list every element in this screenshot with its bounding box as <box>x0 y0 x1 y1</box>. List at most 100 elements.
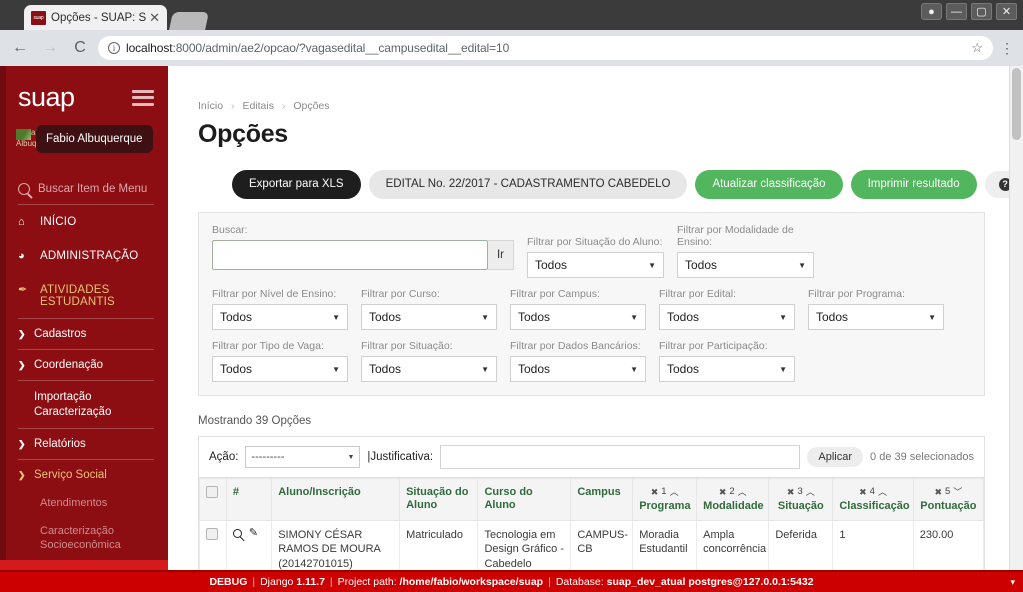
search-go-button[interactable]: Ir <box>488 240 514 271</box>
justification-input[interactable] <box>440 445 801 470</box>
filter-label: Filtrar por Tipo de Vaga: <box>212 340 324 353</box>
back-icon[interactable]: ← <box>8 36 32 60</box>
sidebar-search[interactable]: Buscar Item de Menu <box>18 183 154 205</box>
tab-close-icon[interactable]: ✕ <box>149 11 160 24</box>
sort-order-number: 5 <box>945 486 951 498</box>
apply-button[interactable]: Aplicar <box>807 447 864 468</box>
filter-select[interactable]: Todos ▼ <box>677 252 814 279</box>
sidebar-user: al Albuqu Fabio Albuquerque <box>0 125 168 169</box>
row-checkbox[interactable] <box>206 527 218 540</box>
sidebar-item-importacao-caracterizacao[interactable]: Importação Caracterização <box>18 380 154 428</box>
sidebar-item-atividades-estudantis[interactable]: ✒ ATIVIDADES ESTUDANTIS <box>18 273 154 318</box>
new-tab-button[interactable] <box>169 12 209 30</box>
filter-select[interactable]: Todos ▼ <box>361 304 497 331</box>
address-bar[interactable]: i localhost:8000/admin/ae2/opcao/?vagase… <box>98 36 993 60</box>
chevron-down-icon: ▼ <box>481 312 489 322</box>
minimize-button[interactable]: — <box>946 3 967 20</box>
filter-select[interactable]: Todos ▼ <box>659 356 795 383</box>
sidebar-item-servico-social[interactable]: ❯ Serviço Social <box>18 459 154 490</box>
filter-tipo-vaga: Filtrar por Tipo de Vaga: Todos ▼ <box>212 340 348 383</box>
suap-logo[interactable]: suap <box>18 84 132 111</box>
column-campus[interactable]: Campus <box>570 478 634 521</box>
maximize-button[interactable]: ▢ <box>971 3 992 20</box>
reload-icon[interactable]: C <box>68 36 92 60</box>
filter-select[interactable]: Todos ▼ <box>212 356 348 383</box>
browser-navbar: ← → C i localhost:8000/admin/ae2/opcao/?… <box>0 30 1023 66</box>
remove-sort-icon[interactable]: ✖ <box>859 487 867 498</box>
hamburger-menu-icon[interactable] <box>132 89 154 106</box>
pie-chart-icon: ◕ <box>18 250 25 263</box>
sort-ascending-icon[interactable]: ︿ <box>670 487 679 498</box>
close-window-button[interactable]: ✕ <box>996 3 1017 20</box>
select-all-checkbox[interactable] <box>206 486 218 499</box>
remove-sort-icon[interactable]: ✖ <box>651 487 659 498</box>
update-classification-button[interactable]: Atualizar classificação <box>695 170 843 200</box>
column-curso-aluno[interactable]: Curso do Aluno <box>477 478 572 521</box>
edit-icon[interactable]: ✎ <box>249 527 258 539</box>
sort-controls[interactable]: ✖ 1 ︿ <box>639 486 690 497</box>
filter-row-2: Filtrar por Nível de Ensino: Todos ▼ Fil… <box>212 288 971 331</box>
action-select[interactable]: --------- ▼ <box>245 446 361 469</box>
sidebar-item-atendimentos[interactable]: Atendimentos <box>18 490 154 518</box>
column-aluno-inscricao[interactable]: Aluno/Inscrição <box>271 478 401 521</box>
sort-descending-icon[interactable]: ﹀ <box>953 487 962 498</box>
sort-order-number: 3 <box>797 486 803 498</box>
breadcrumb-item-inicio[interactable]: Início <box>198 100 223 112</box>
sidebar-item-relatorios[interactable]: ❯ Relatórios <box>18 428 154 459</box>
filter-select[interactable]: Todos ▼ <box>212 304 348 331</box>
column-pontuacao[interactable]: ✖ 5 ﹀ Pontuação <box>912 478 985 521</box>
column-situacao[interactable]: ✖ 3 ︿ Situação <box>768 478 834 521</box>
forward-icon[interactable]: → <box>38 36 62 60</box>
sort-controls[interactable]: ✖ 4 ︿ <box>839 486 906 497</box>
filter-select[interactable]: Todos ▼ <box>527 252 664 279</box>
filter-select[interactable]: Todos ▼ <box>659 304 795 331</box>
sort-controls[interactable]: ✖ 3 ︿ <box>775 486 826 497</box>
search-icon[interactable] <box>232 528 242 538</box>
filter-value: Todos <box>518 310 551 325</box>
sidebar-item-administracao[interactable]: ◕ ADMINISTRAÇÃO <box>18 239 154 273</box>
filter-label: Filtrar por Dados Bancários: <box>510 340 641 353</box>
column-index[interactable]: # <box>225 478 273 521</box>
edital-button[interactable]: EDITAL No. 22/2017 - CADASTRAMENTO CABED… <box>368 170 688 200</box>
filter-label: Filtrar por Edital: <box>659 288 737 301</box>
breadcrumb-item-editais[interactable]: Editais <box>242 100 274 112</box>
breadcrumb-item-opcoes[interactable]: Opções <box>293 100 329 112</box>
column-classificacao[interactable]: ✖ 4 ︿ Classificação <box>832 478 914 521</box>
browser-menu-icon[interactable]: ⋮ <box>999 40 1015 57</box>
filter-select[interactable]: Todos ▼ <box>808 304 944 331</box>
sort-ascending-icon[interactable]: ︿ <box>878 487 887 498</box>
bookmark-star-icon[interactable]: ☆ <box>971 40 983 56</box>
sort-controls[interactable]: ✖ 5 ﹀ <box>920 486 977 497</box>
sidebar-item-caracterizacao-socioeconomica[interactable]: Caracterização Socioeconômica <box>18 518 154 560</box>
sort-controls[interactable]: ✖ 2 ︿ <box>703 486 762 497</box>
sort-ascending-icon[interactable]: ︿ <box>738 487 747 498</box>
filter-value: Todos <box>535 258 568 273</box>
export-xls-button[interactable]: Exportar para XLS <box>232 170 361 200</box>
sidebar-item-coordenacao[interactable]: ❯ Coordenação <box>18 349 154 380</box>
sidebar-item-inicio[interactable]: ⌂ INÍCIO <box>18 205 154 239</box>
chevron-down-icon[interactable]: ▾ <box>1010 577 1015 588</box>
suap-favicon-icon: suap <box>31 10 46 25</box>
debug-toolbar: DEBUG | Django 1.11.7 | Project path: /h… <box>0 570 1023 592</box>
filter-select[interactable]: Todos ▼ <box>510 304 646 331</box>
browser-tab[interactable]: suap Opções - SUAP: Sist ✕ <box>24 5 167 30</box>
filter-select[interactable]: Todos ▼ <box>510 356 646 383</box>
remove-sort-icon[interactable]: ✖ <box>719 487 727 498</box>
filter-select[interactable]: Todos ▼ <box>361 356 497 383</box>
sidebar-item-cadastros[interactable]: ❯ Cadastros <box>18 318 154 349</box>
page-scrollbar[interactable] <box>1009 66 1023 570</box>
select-all-header <box>199 478 227 521</box>
column-situacao-aluno[interactable]: Situação do Aluno <box>399 478 479 521</box>
print-result-button[interactable]: Imprimir resultado <box>850 170 977 200</box>
remove-sort-icon[interactable]: ✖ <box>787 487 795 498</box>
remove-sort-icon[interactable]: ✖ <box>934 487 942 498</box>
site-info-icon[interactable]: i <box>108 42 120 54</box>
column-programa[interactable]: ✖ 1 ︿ Programa <box>632 478 698 521</box>
profile-icon[interactable]: ● <box>921 3 942 20</box>
sort-ascending-icon[interactable]: ︿ <box>806 487 815 498</box>
scrollbar-thumb[interactable] <box>1012 68 1021 140</box>
django-version: 1.11.7 <box>296 576 325 588</box>
column-modalidade[interactable]: ✖ 2 ︿ Modalidade <box>696 478 770 521</box>
search-input[interactable] <box>212 240 488 271</box>
filter-value: Todos <box>220 362 253 377</box>
